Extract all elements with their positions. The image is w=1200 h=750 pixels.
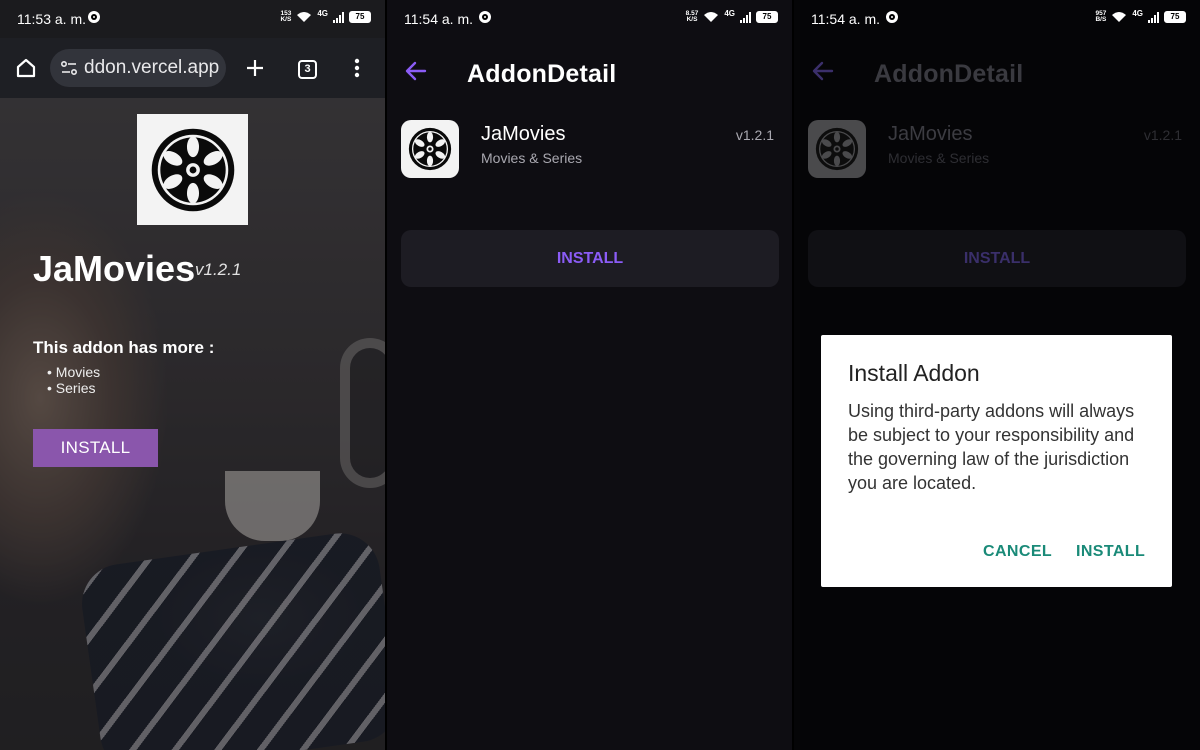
battery-icon: 75 bbox=[349, 11, 371, 23]
signal-icon bbox=[1148, 11, 1159, 23]
network-type: 4G bbox=[1132, 8, 1143, 18]
notification-icon bbox=[886, 11, 898, 23]
battery-icon: 75 bbox=[756, 11, 778, 23]
install-dialog-screen: 11:54 a. m. 957 B/S 4G 75 AddonDetail JaM… bbox=[794, 0, 1200, 750]
addon-category: Movies & Series bbox=[888, 150, 990, 166]
addon-header: JaMovies Movies & Series v1.2.1 bbox=[794, 120, 1200, 180]
install-addon-dialog: Install Addon Using third-party addons w… bbox=[821, 335, 1172, 587]
more-vert-icon[interactable] bbox=[353, 58, 361, 78]
install-button[interactable]: INSTALL bbox=[401, 230, 779, 287]
addon-name: JaMovies bbox=[888, 123, 973, 145]
browser-toolbar: ddon.vercel.app 3 bbox=[0, 38, 385, 98]
addon-logo bbox=[808, 120, 866, 178]
app-detail-screen: 11:54 a. m. 8.57 K/S 4G 75 AddonDetail Ja… bbox=[387, 0, 792, 750]
plus-icon[interactable] bbox=[245, 58, 265, 78]
signal-icon bbox=[333, 11, 344, 23]
wifi-icon bbox=[704, 12, 719, 22]
addon-version: v1.2.1 bbox=[735, 127, 774, 143]
page-title: AddonDetail bbox=[467, 60, 617, 88]
features-list: Movies Series bbox=[47, 364, 100, 396]
status-time: 11:54 a. m. bbox=[404, 11, 474, 27]
addon-category: Movies & Series bbox=[481, 150, 583, 166]
confirm-install-button[interactable]: INSTALL bbox=[1076, 543, 1145, 561]
network-speed: 957 B/S bbox=[1095, 10, 1107, 23]
dialog-title: Install Addon bbox=[848, 360, 980, 386]
network-type: 4G bbox=[724, 8, 735, 18]
dialog-message: Using third-party addons will always be … bbox=[848, 401, 1135, 493]
film-reel-icon bbox=[408, 127, 452, 171]
notification-icon bbox=[479, 11, 491, 23]
addon-title: JaMovies bbox=[33, 248, 196, 289]
app-bar: AddonDetail bbox=[794, 38, 1200, 108]
addon-logo bbox=[137, 114, 248, 225]
status-bar: 11:54 a. m. 8.57 K/S 4G 75 bbox=[387, 0, 792, 38]
status-time: 11:54 a. m. bbox=[811, 11, 881, 27]
addon-name: JaMovies bbox=[481, 123, 566, 145]
network-type: 4G bbox=[317, 8, 328, 18]
cancel-button[interactable]: CANCEL bbox=[983, 543, 1052, 561]
addon-version: v1.2.1 bbox=[195, 260, 242, 279]
status-bar: 11:53 a. m. 153 K/S 4G 75 bbox=[0, 0, 385, 38]
features-heading: This addon has more : bbox=[33, 338, 215, 357]
addon-header: JaMovies Movies & Series v1.2.1 bbox=[387, 120, 792, 180]
url-text: ddon.vercel.app bbox=[84, 57, 220, 78]
battery-icon: 75 bbox=[1164, 11, 1186, 23]
film-reel-icon bbox=[150, 127, 236, 213]
web-page: JaMovies v1.2.1 This addon has more : Mo… bbox=[0, 98, 385, 750]
install-button: INSTALL bbox=[808, 230, 1186, 287]
list-item: Series bbox=[47, 380, 100, 396]
status-time: 11:53 a. m. bbox=[17, 11, 87, 27]
list-item: Movies bbox=[47, 364, 100, 380]
tab-switcher-icon[interactable]: 3 bbox=[298, 60, 317, 79]
back-arrow-icon[interactable] bbox=[405, 61, 427, 81]
install-button[interactable]: INSTALL bbox=[33, 429, 158, 467]
signal-icon bbox=[740, 11, 751, 23]
status-bar: 11:54 a. m. 957 B/S 4G 75 bbox=[794, 0, 1200, 38]
network-speed: 153 K/S bbox=[280, 10, 292, 23]
app-bar: AddonDetail bbox=[387, 38, 792, 108]
wifi-icon bbox=[297, 12, 312, 22]
back-arrow-icon[interactable] bbox=[812, 61, 834, 81]
wifi-icon bbox=[1112, 12, 1127, 22]
page-title: AddonDetail bbox=[874, 60, 1024, 88]
address-bar[interactable]: ddon.vercel.app bbox=[50, 49, 226, 87]
browser-screen: 11:53 a. m. 153 K/S 4G 75 ddon.vercel.app… bbox=[0, 0, 385, 750]
site-settings-icon[interactable] bbox=[61, 61, 77, 75]
notification-icon bbox=[88, 11, 100, 23]
network-speed: 8.57 K/S bbox=[685, 10, 699, 23]
film-reel-icon bbox=[815, 127, 859, 171]
addon-version: v1.2.1 bbox=[1143, 127, 1182, 143]
addon-logo bbox=[401, 120, 459, 178]
home-icon[interactable] bbox=[15, 57, 37, 79]
